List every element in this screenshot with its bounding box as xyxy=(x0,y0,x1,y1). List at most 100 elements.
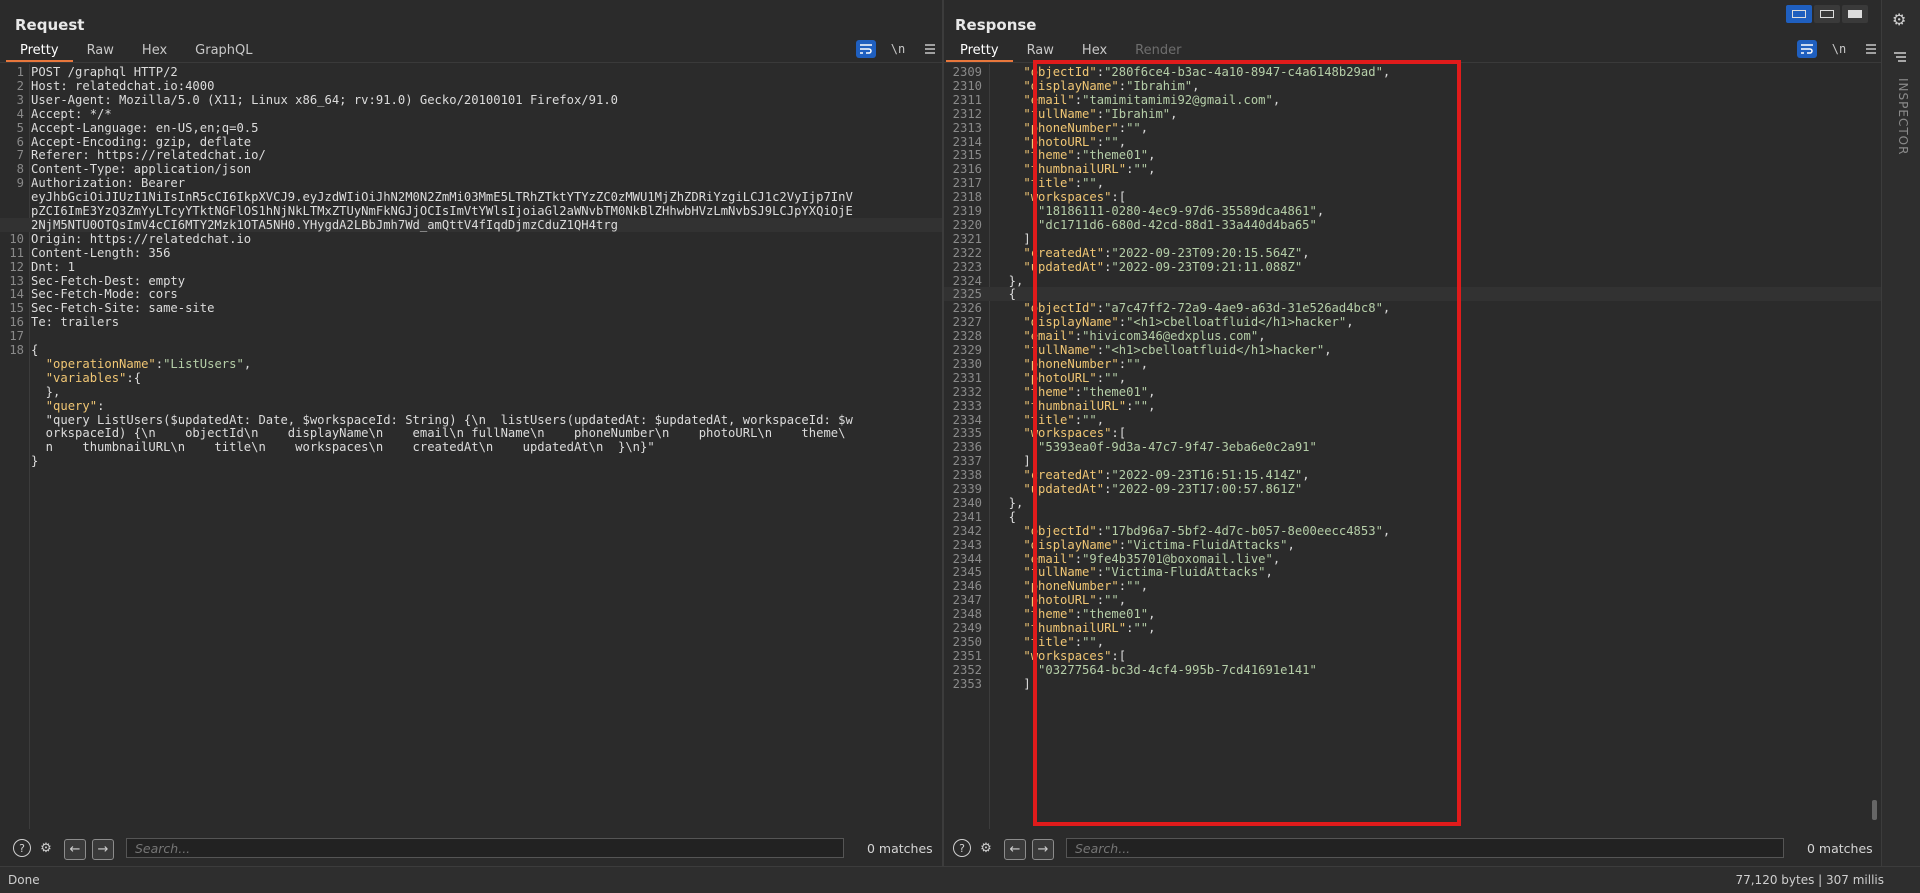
code-text: Content-Length: 356 xyxy=(31,245,171,260)
layout-toggle-group xyxy=(1786,5,1868,23)
response-code-line: 2346 "phoneNumber":"", xyxy=(944,579,1881,593)
response-code-line: 2348 "theme":"theme01", xyxy=(944,607,1881,621)
response-code-line: 2322 "createdAt":"2022-09-23T09:20:15.56… xyxy=(944,246,1881,260)
next-match-icon[interactable]: → xyxy=(92,839,114,860)
line-number: 2320 xyxy=(952,217,982,232)
tab-pretty[interactable]: Pretty xyxy=(946,40,1013,62)
code-text: pZCI6ImE3YzQ3ZmYyLTcyYTktNGFlOS1hNjNkLTM… xyxy=(31,204,853,218)
single-pane-layout-icon[interactable] xyxy=(1842,5,1868,23)
code-text: "title":"", xyxy=(1023,412,1105,427)
response-code-line: 2332 "theme":"theme01", xyxy=(944,385,1881,399)
response-code-line: 2327 "displayName":"<h1>cbelloatfluid</h… xyxy=(944,315,1881,329)
line-number: 2339 xyxy=(952,482,982,496)
menu-icon[interactable] xyxy=(1861,40,1881,58)
tab-hex[interactable]: Hex xyxy=(1068,40,1121,62)
response-search-input[interactable] xyxy=(1066,838,1784,858)
help-icon[interactable]: ? xyxy=(953,839,971,857)
response-code-line: 2323 "updatedAt":"2022-09-23T09:21:11.08… xyxy=(944,260,1881,274)
code-text: "email":"9fe4b35701@boxomail.live", xyxy=(1023,551,1281,566)
response-code-line: 2345 "fullName":"Victima-FluidAttacks", xyxy=(944,565,1881,579)
code-text: }, xyxy=(31,384,61,399)
tab-graphql[interactable]: GraphQL xyxy=(181,40,266,62)
response-scrollbar-thumb[interactable] xyxy=(1872,800,1877,820)
tab-render[interactable]: Render xyxy=(1121,40,1195,62)
inspector-tab[interactable]: INSPECTOR xyxy=(1890,78,1910,188)
response-code-line: 2329 "fullName":"<h1>cbelloatfluid</h1>h… xyxy=(944,343,1881,357)
response-code-line: 2344 "email":"9fe4b35701@boxomail.live", xyxy=(944,552,1881,566)
line-number: 2321 xyxy=(952,231,982,246)
request-code-line: 12 Dnt: 1 xyxy=(0,260,942,274)
code-text: "5393ea0f-9d3a-47c7-9f47-3eba6e0c2a91" xyxy=(1038,440,1317,455)
tab-hex[interactable]: Hex xyxy=(128,40,181,62)
request-code-line: 2 Host: relatedchat.io:4000 xyxy=(0,79,942,93)
request-search-bar: ? ⚙ ← → 0 matches xyxy=(0,829,942,866)
show-newlines-icon[interactable]: \n xyxy=(1829,40,1849,58)
line-number: 2338 xyxy=(952,468,982,483)
code-text: { xyxy=(31,343,39,357)
code-text: Sec-Fetch-Dest: empty xyxy=(31,273,186,288)
response-toolbar: \n xyxy=(1797,40,1881,58)
help-icon[interactable]: ? xyxy=(13,839,31,857)
line-number: 2324 xyxy=(952,273,982,288)
code-text: Accept-Encoding: gzip, deflate xyxy=(31,134,252,149)
request-code-line: "operationName":"ListUsers", xyxy=(0,357,942,371)
settings-gear-icon[interactable]: ⚙ xyxy=(977,839,995,857)
split-vertical-layout-icon[interactable] xyxy=(1814,5,1840,23)
code-text: "phoneNumber":"", xyxy=(1023,120,1149,135)
request-search-input[interactable] xyxy=(126,838,844,858)
code-text: Accept: */* xyxy=(31,106,112,121)
request-code-line: orkspaceId) {\n objectId\n displayName\n… xyxy=(0,426,942,440)
code-text: "displayName":"Victima-FluidAttacks", xyxy=(1023,537,1295,552)
response-panel: Response Pretty Raw Hex Render \n 2309 "… xyxy=(944,0,1881,866)
next-match-icon[interactable]: → xyxy=(1032,839,1054,860)
response-code-line: 2342 "objectId":"17bd96a7-5bf2-4d7c-b057… xyxy=(944,524,1881,538)
tab-raw[interactable]: Raw xyxy=(1013,40,1068,62)
request-editor[interactable]: 1 POST /graphql HTTP/2 2 Host: relatedchat.… xyxy=(0,64,942,829)
request-match-count: 0 matches xyxy=(867,841,933,856)
line-number: 16 xyxy=(9,315,24,330)
request-title: Request xyxy=(15,16,85,34)
line-number: 2311 xyxy=(952,92,982,107)
code-text: "operationName":"ListUsers", xyxy=(45,356,252,371)
response-code-line: 2340 }, xyxy=(944,496,1881,510)
previous-match-icon[interactable]: ← xyxy=(1004,839,1026,860)
request-code-line: 4 Accept: */* xyxy=(0,107,942,121)
inspector-settings-gear-icon[interactable]: ⚙ xyxy=(1892,10,1906,29)
line-number: 2346 xyxy=(952,579,982,594)
response-size-timing: 77,120 bytes | 307 millis xyxy=(1735,873,1884,887)
response-code-line: 2330 "phoneNumber":"", xyxy=(944,357,1881,371)
code-text: "photoURL":"", xyxy=(1023,593,1127,608)
line-number: 2334 xyxy=(952,412,982,427)
show-newlines-icon[interactable]: \n xyxy=(888,40,908,58)
request-code-line: 8 Content-Type: application/json xyxy=(0,162,942,176)
request-code-line: 7 Referer: https://relatedchat.io/ xyxy=(0,148,942,162)
code-text: { xyxy=(994,509,1017,524)
line-number: 2329 xyxy=(952,343,982,357)
tab-raw[interactable]: Raw xyxy=(73,40,128,62)
response-code-line: 2336 "5393ea0f-9d3a-47c7-9f47-3eba6e0c2a… xyxy=(944,440,1881,454)
line-number: 5 xyxy=(16,120,24,135)
menu-icon[interactable] xyxy=(920,40,940,58)
code-text: "theme":"theme01", xyxy=(1023,384,1156,399)
previous-match-icon[interactable]: ← xyxy=(64,839,86,860)
status-text: Done xyxy=(8,873,40,887)
tab-pretty[interactable]: Pretty xyxy=(6,40,73,62)
code-text: Referer: https://relatedchat.io/ xyxy=(31,148,266,163)
code-text: "workspaces":[ xyxy=(1023,648,1127,663)
line-number: 13 xyxy=(9,273,24,288)
code-text: "thumbnailURL":"", xyxy=(1023,162,1156,177)
settings-gear-icon[interactable]: ⚙ xyxy=(37,839,55,857)
line-number: 2327 xyxy=(952,315,982,330)
request-code-line: 5 Accept-Language: en-US,en;q=0.5 xyxy=(0,121,942,135)
line-number: 2347 xyxy=(952,593,982,608)
word-wrap-toggle-icon[interactable] xyxy=(1797,40,1817,58)
code-text: "email":"hivicom346@edxplus.com", xyxy=(1023,329,1266,344)
code-text: "objectId":"280f6ce4-b3ac-4a10-8947-c4a6… xyxy=(1023,65,1391,79)
response-editor[interactable]: 2309 "objectId":"280f6ce4-b3ac-4a10-8947… xyxy=(944,64,1881,829)
code-text: "theme":"theme01", xyxy=(1023,148,1156,163)
inspector-menu-icon[interactable] xyxy=(1893,48,1907,67)
request-code-line: "query ListUsers($updatedAt: Date, $work… xyxy=(0,413,942,427)
word-wrap-toggle-icon[interactable] xyxy=(856,40,876,58)
split-horizontal-layout-icon[interactable] xyxy=(1786,5,1812,23)
line-number: 2340 xyxy=(952,495,982,510)
